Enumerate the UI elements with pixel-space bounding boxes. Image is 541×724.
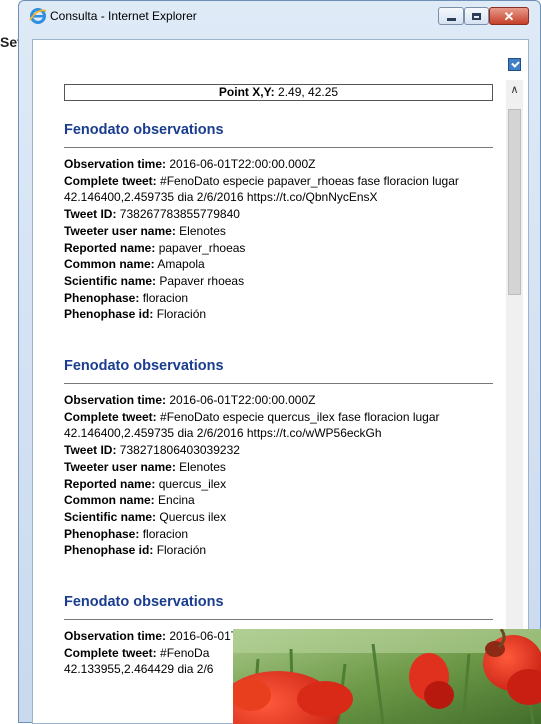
field-value: papaver_rhoeas [158,240,246,255]
point-label: Point X,Y: [218,85,275,99]
observation-field: Scientific name: Quercus ilex [64,509,493,526]
field-label: Tweeter user name: [64,223,176,238]
close-button[interactable]: ✕ [489,7,529,25]
field-label: Reported name: [64,240,156,255]
field-value: floracion [142,290,189,305]
field-value: 2016-06-01T22:00:00.000Z [169,157,316,171]
poppy-flower-photo [233,629,541,724]
field-label: Common name: [64,257,155,272]
point-coordinates-box: Point X,Y: 2.49, 42.25 [64,84,493,101]
observation-field: Observation time: 2016-06-01T22:00:00.00… [64,392,493,409]
field-label: Observation time: [64,393,167,407]
observation-heading: Fenodato observations [64,594,224,610]
field-label: Common name: [64,493,155,508]
field-label: Tweet ID: [64,207,117,222]
field-value: Encina [158,493,195,508]
field-value: 42.133955,2.464429 dia 2/6 [64,662,214,677]
scroll-thumb[interactable] [508,109,521,295]
observation-divider [64,147,493,148]
scroll-up-arrow-icon[interactable]: ∧ [506,80,523,97]
field-label: Observation time: [64,629,167,643]
minimize-button[interactable] [438,7,464,25]
observation-divider [64,619,493,620]
observation-fields: Observation time: 2016-06-01T22:00:00.00… [64,156,493,323]
observation-field: Observation time: 2016-06-01T22:00:00.00… [64,156,493,173]
observation-field: Phenophase id: Floración [64,306,493,323]
field-label: Complete tweet: [64,645,157,660]
field-value: Quercus ilex [159,509,227,524]
observation-fields: Observation time: 2016-06-01T22:00:00.00… [64,392,493,559]
field-value: Floración [156,543,207,558]
ie-icon [29,8,47,24]
field-label: Tweeter user name: [64,459,176,474]
observation-field: Common name: Encina [64,492,493,509]
field-value: Amapola [157,257,205,272]
point-value: 2.49, 42.25 [278,85,339,99]
browser-popup-window: Consulta - Internet Explorer ✕ ∧ Point X… [18,0,541,724]
observation-field: Reported name: papaver_rhoeas [64,240,493,257]
field-label: Phenophase: [64,290,140,305]
observation-divider [64,383,493,384]
observation-field: Phenophase: floracion [64,526,493,543]
observation-field: Phenophase: floracion [64,290,493,307]
observation-block: Fenodato observations Observation time: 2… [64,122,493,323]
field-value: 738271806403039232 [119,443,240,458]
observation-heading: Fenodato observations [64,122,224,138]
field-label: Scientific name: [64,273,157,288]
field-label: Complete tweet: [64,173,157,188]
field-value: quercus_ilex [158,476,227,491]
field-value: Papaver rhoeas [159,273,245,288]
field-value: 2016-06-01T22:00:00.000Z [169,393,316,407]
observation-block: Fenodato observations Observation time: 2… [64,358,493,559]
popup-close-icon[interactable] [508,58,521,71]
field-value: Floración [156,307,207,322]
field-label: Phenophase id: [64,543,154,558]
observation-field: Complete tweet: #FenoDato especie quercu… [64,409,493,442]
field-value: #FenoDa [160,645,210,660]
window-title: Consulta - Internet Explorer [50,9,197,23]
observation-field: Tweeter user name: Elenotes [64,223,493,240]
title-bar[interactable]: Consulta - Internet Explorer ✕ [19,1,540,31]
observation-field: Tweet ID: 738267783855779840 [64,206,493,223]
field-value: Elenotes [179,223,226,238]
minimize-icon [446,17,456,21]
field-label: Phenophase id: [64,307,154,322]
observation-field: Common name: Amapola [64,256,493,273]
observation-field: Reported name: quercus_ilex [64,476,493,493]
observation-field: Complete tweet: #FenoDato especie papave… [64,173,493,206]
popup-content: ∧ Point X,Y: 2.49, 42.25 Fenodato observ… [32,39,529,724]
vertical-scrollbar[interactable]: ∧ [506,80,523,723]
field-label: Scientific name: [64,509,157,524]
maximize-button[interactable] [464,7,489,25]
field-label: Phenophase: [64,526,140,541]
field-label: Tweet ID: [64,443,117,458]
field-label: Reported name: [64,476,156,491]
observation-field: Phenophase id: Floración [64,542,493,559]
field-value: Elenotes [179,459,226,474]
close-icon: ✕ [503,8,515,24]
observation-field: Scientific name: Papaver rhoeas [64,273,493,290]
observation-field: Tweeter user name: Elenotes [64,459,493,476]
maximize-icon [472,12,481,20]
field-label: Complete tweet: [64,409,157,424]
observation-field: Tweet ID: 738271806403039232 [64,442,493,459]
observation-heading: Fenodato observations [64,358,224,374]
field-value: floracion [142,526,189,541]
field-value: 738267783855779840 [119,207,240,222]
field-label: Observation time: [64,157,167,171]
